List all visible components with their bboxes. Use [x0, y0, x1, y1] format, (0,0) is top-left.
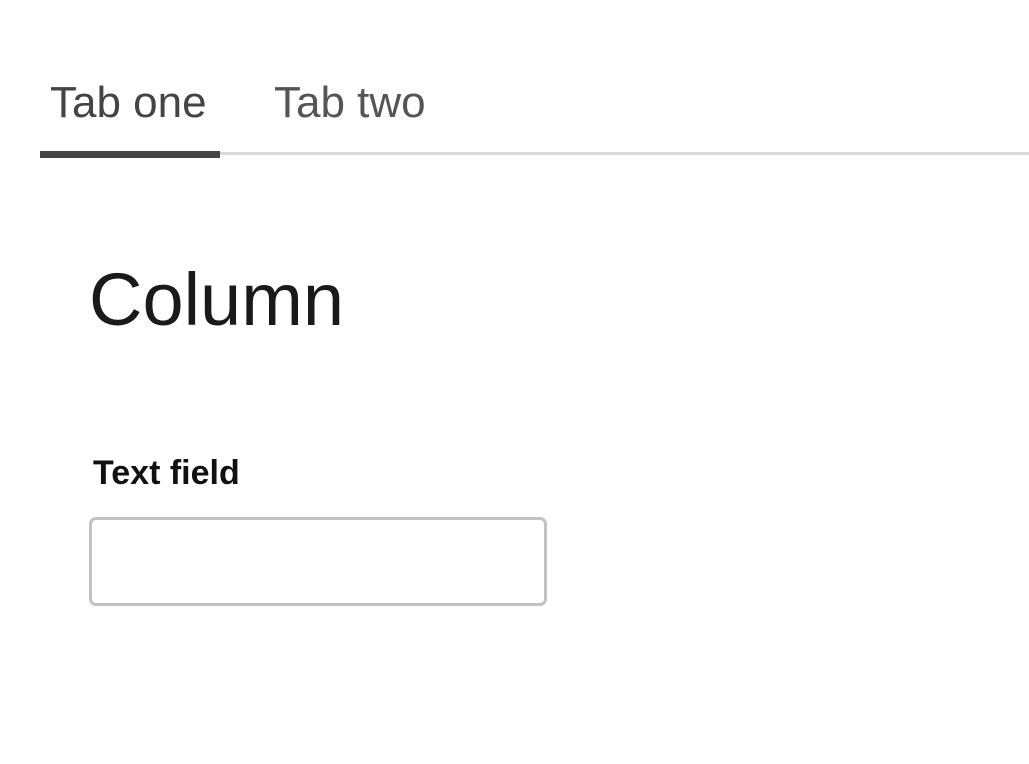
- tab-bar: Tab one Tab two: [40, 68, 1029, 158]
- text-field-label: Text field: [93, 454, 240, 492]
- tab-two[interactable]: Tab two: [274, 68, 426, 155]
- tab-two-label: Tab two: [274, 78, 426, 127]
- column-heading: Column: [89, 258, 344, 341]
- tab-one[interactable]: Tab one: [40, 68, 220, 158]
- tab-one-label: Tab one: [50, 78, 207, 127]
- text-field-input[interactable]: [89, 517, 547, 606]
